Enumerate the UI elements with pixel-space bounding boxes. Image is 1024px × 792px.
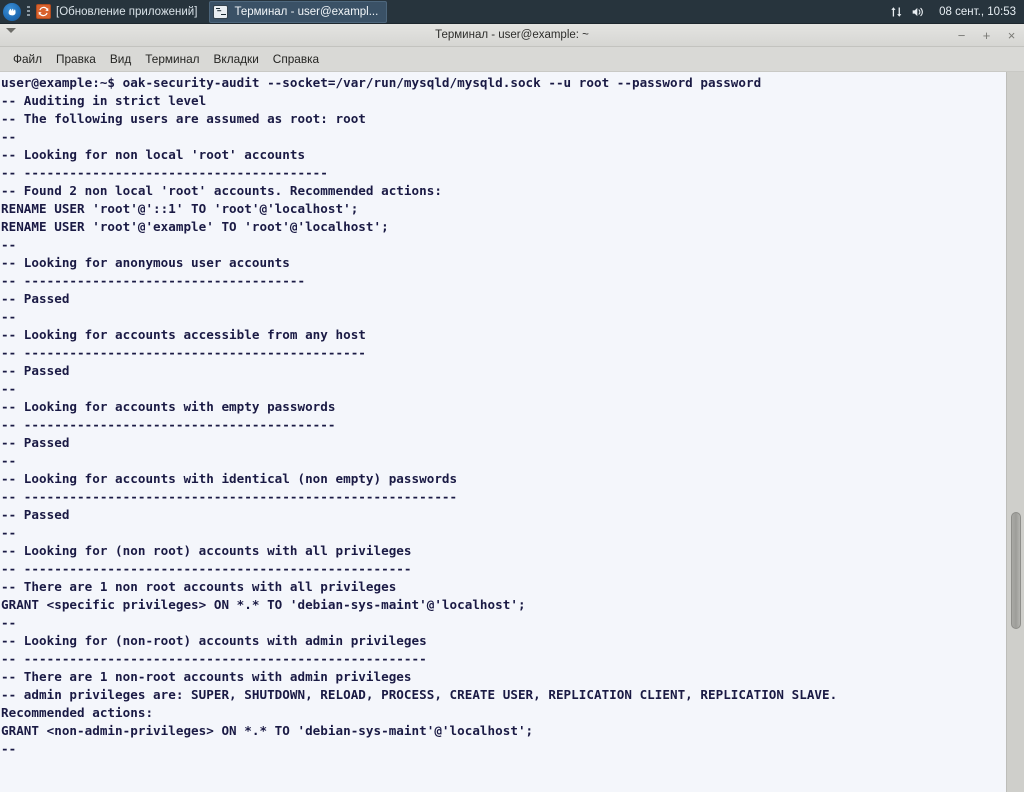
window-titlebar[interactable]: Терминал - user@example: ~ − + × bbox=[0, 24, 1024, 47]
menu-view[interactable]: Вид bbox=[103, 49, 138, 69]
terminal-icon bbox=[213, 4, 229, 19]
scrollbar-thumb[interactable] bbox=[1011, 512, 1021, 629]
menu-help[interactable]: Справка bbox=[266, 49, 326, 69]
taskbar-task-label: Терминал - user@exampl... bbox=[234, 5, 379, 18]
terminal-text: user@example:~$ oak-security-audit --soc… bbox=[1, 75, 838, 756]
network-up-down-icon[interactable] bbox=[885, 0, 907, 24]
menubar: Файл Правка Вид Терминал Вкладки Справка bbox=[0, 47, 1024, 72]
terminal-window: Терминал - user@example: ~ − + × Файл Пр… bbox=[0, 24, 1024, 792]
clock[interactable]: 08 сент., 10:53 bbox=[939, 0, 1016, 24]
menu-file[interactable]: Файл bbox=[6, 49, 49, 69]
volume-speaker-icon[interactable] bbox=[907, 0, 929, 24]
minimize-button[interactable]: − bbox=[955, 24, 968, 46]
start-menu-button[interactable] bbox=[0, 0, 24, 24]
terminal-output[interactable]: user@example:~$ oak-security-audit --soc… bbox=[0, 72, 1006, 792]
window-title: Терминал - user@example: ~ bbox=[435, 29, 589, 41]
menu-tabs[interactable]: Вкладки bbox=[207, 49, 266, 69]
terminal-scrollbar[interactable] bbox=[1006, 72, 1024, 792]
taskbar-update-label[interactable]: [Обновление приложений] bbox=[54, 0, 205, 24]
mint-menu-icon bbox=[3, 2, 21, 21]
drag-grip[interactable] bbox=[24, 0, 32, 24]
taskbar-task-terminal[interactable]: Терминал - user@exampl... bbox=[209, 0, 388, 23]
terminal-area: user@example:~$ oak-security-audit --soc… bbox=[0, 72, 1024, 792]
taskbar-left: [Обновление приложений] Терминал - user@… bbox=[0, 0, 388, 24]
update-manager-icon[interactable] bbox=[32, 0, 54, 24]
system-tray: 08 сент., 10:53 bbox=[885, 0, 1024, 24]
update-refresh-icon bbox=[35, 4, 51, 19]
menu-edit[interactable]: Правка bbox=[49, 49, 103, 69]
maximize-button[interactable]: + bbox=[980, 24, 993, 46]
taskbar: [Обновление приложений] Терминал - user@… bbox=[0, 0, 1024, 24]
close-button[interactable]: × bbox=[1005, 24, 1018, 46]
chevron-down-icon[interactable] bbox=[6, 28, 16, 33]
window-controls: − + × bbox=[955, 24, 1018, 46]
menu-terminal[interactable]: Терминал bbox=[138, 49, 206, 69]
